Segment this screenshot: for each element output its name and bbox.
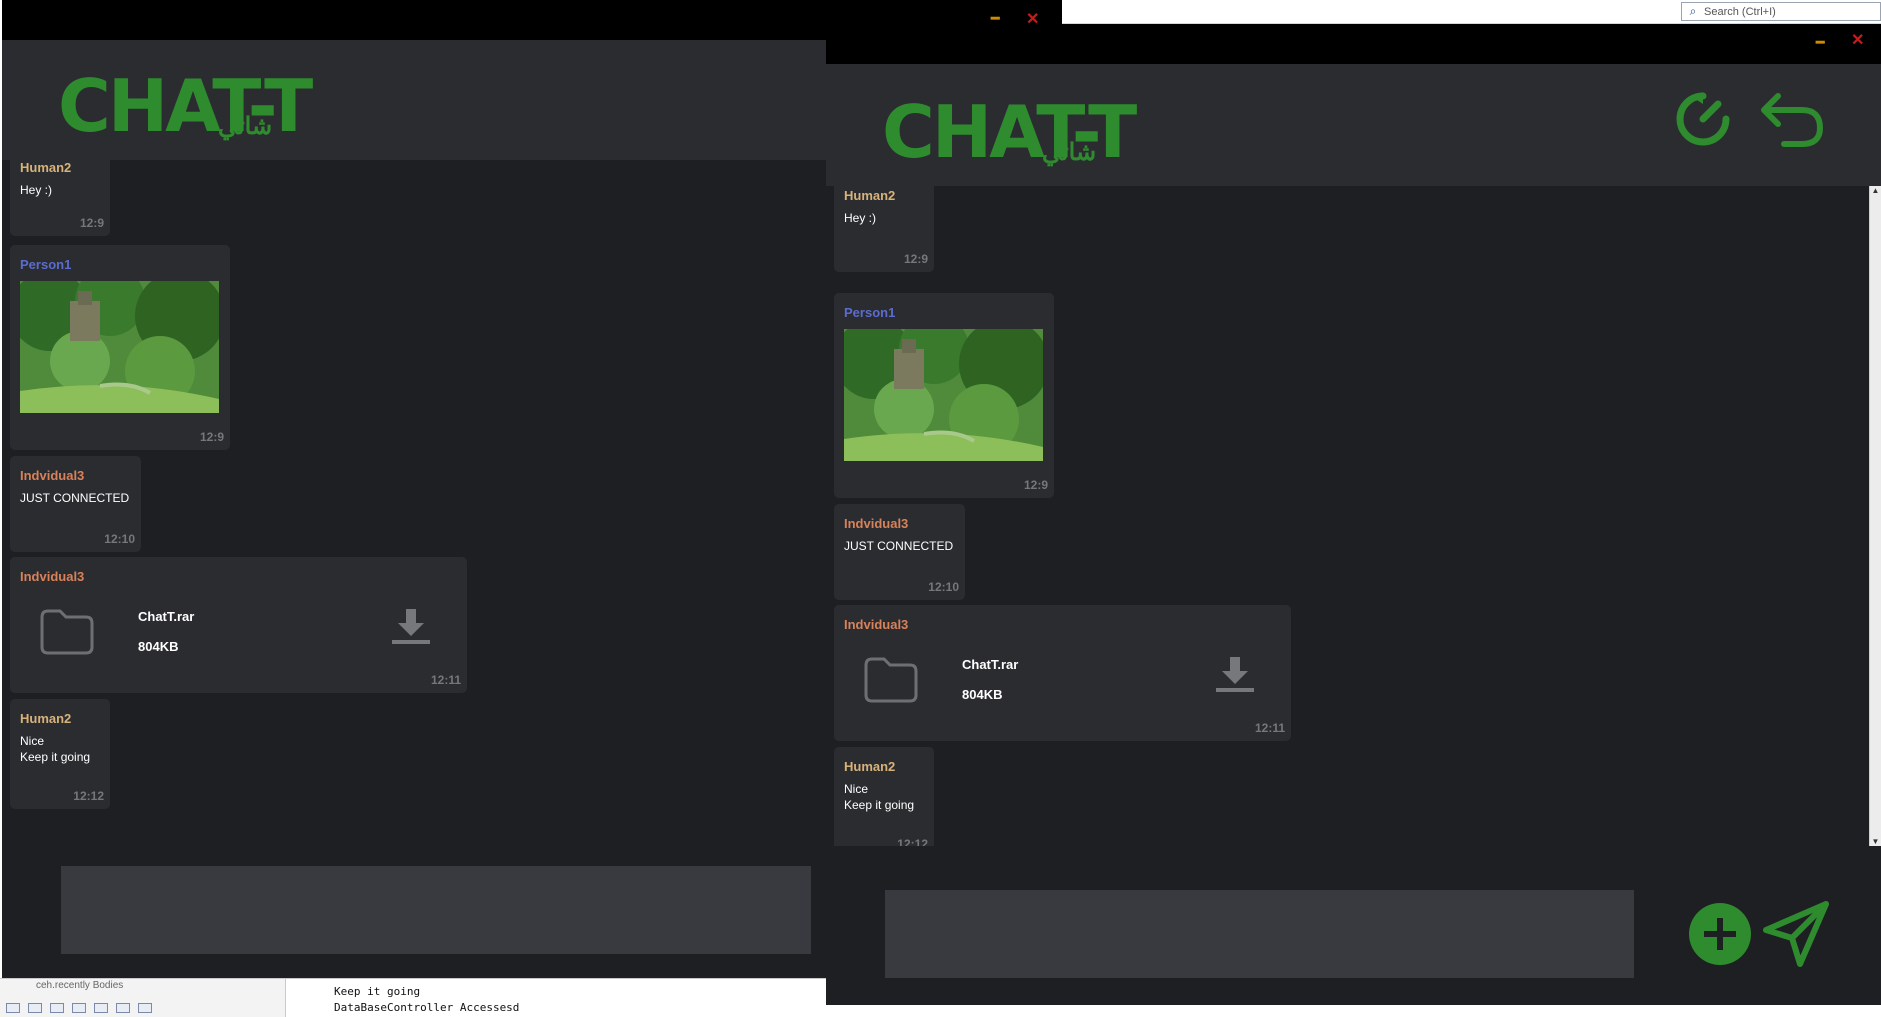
app-header: CHAT-T شاتي — [2, 40, 826, 160]
file-size: 804KB — [138, 639, 179, 654]
message-sender: Human2 — [20, 160, 72, 175]
message-bubble: Human2 Hey :) 12:9 — [834, 186, 934, 272]
ide-tool-icon[interactable] — [72, 1003, 86, 1013]
ide-tool-icon[interactable] — [50, 1003, 64, 1013]
message-time: 12:9 — [199, 430, 224, 444]
chat-window-left: CHAT-T شاتي Human2 Hey :) 12:9 Person1 1… — [2, 0, 826, 978]
ide-panel-tab[interactable]: ceh.recently Bodies — [36, 980, 123, 991]
title-bar: ━ ✕ — [826, 24, 1881, 64]
message-time: 12:10 — [928, 580, 959, 594]
logo-arabic: شاتي — [218, 113, 273, 140]
message-sender: Indvidual3 — [20, 569, 85, 584]
scroll-down-arrow-icon[interactable]: ▼ — [1870, 837, 1881, 846]
message-input[interactable] — [61, 866, 811, 954]
search-icon: ⌕ — [1689, 4, 1697, 18]
plus-icon[interactable] — [1688, 902, 1752, 971]
message-sender: Person1 — [844, 305, 896, 320]
message-text: JUST CONNECTED — [20, 491, 130, 505]
title-bar — [2, 0, 826, 40]
message-sender: Human2 — [20, 711, 72, 726]
ide-tool-icon[interactable] — [116, 1003, 130, 1013]
console-line: DataBaseController Accessesd — [334, 1001, 520, 1014]
message-bubble: Human2 Hey :) 12:9 — [10, 160, 110, 236]
image-attachment[interactable] — [844, 329, 1043, 461]
minimize-button[interactable]: ━ — [1816, 34, 1824, 50]
download-icon[interactable] — [391, 607, 431, 652]
file-size: 804KB — [962, 687, 1003, 702]
message-time: 12:12 — [73, 789, 104, 803]
message-time: 12:9 — [903, 252, 928, 266]
message-time: 12:11 — [430, 673, 461, 687]
message-text: Nice Keep it going — [20, 734, 91, 764]
message-text: Nice Keep it going — [844, 782, 915, 812]
message-bubble: Indvidual3 JUST CONNECTED 12:10 — [10, 456, 141, 552]
message-time: 12:10 — [104, 532, 135, 546]
send-icon[interactable] — [1762, 900, 1830, 973]
message-bubble: Human2 Nice Keep it going 12:12 — [834, 747, 934, 846]
message-sender: Person1 — [20, 257, 72, 272]
logo-arabic: شاتي — [1042, 139, 1097, 166]
ide-tool-icon[interactable] — [28, 1003, 42, 1013]
ide-projects-panel: ceh.recently Bodies — [0, 979, 286, 1017]
message-sender: Human2 — [844, 759, 896, 774]
folder-icon — [862, 655, 920, 708]
message-input[interactable] — [885, 890, 1634, 978]
ide-tool-icon[interactable] — [6, 1003, 20, 1013]
ide-search-placeholder: Search (Ctrl+I) — [1704, 5, 1776, 18]
message-list[interactable]: Human2 Hey :) 12:9 Person1 12:9 Indvidua… — [826, 186, 1869, 846]
message-sender: Indvidual3 — [844, 617, 909, 632]
message-bubble: Human2 Nice Keep it going 12:12 — [10, 699, 110, 809]
app-header: CHAT-T شاتي — [826, 64, 1881, 186]
console-line: Keep it going — [334, 985, 421, 998]
message-sender: Indvidual3 — [20, 468, 85, 483]
message-bubble: Indvidual3 JUST CONNECTED 12:10 — [834, 504, 965, 600]
file-message-bubble: Indvidual3 ChatT.rar 804KB 12:11 — [834, 605, 1291, 741]
download-icon[interactable] — [1215, 655, 1255, 700]
message-time: 12:12 — [897, 837, 928, 846]
ide-tool-icon[interactable] — [138, 1003, 152, 1013]
ide-search-field[interactable]: ⌕ Search (Ctrl+I) — [1681, 2, 1881, 21]
file-name: ChatT.rar — [962, 657, 1019, 672]
close-button[interactable]: ✕ — [1851, 33, 1864, 49]
refresh-icon[interactable] — [1672, 88, 1734, 155]
message-time: 12:9 — [79, 216, 104, 230]
message-time: 12:11 — [1254, 721, 1285, 735]
app-logo: CHAT-T شاتي — [58, 64, 313, 148]
file-message-bubble: Indvidual3 ChatT.rar 804KB 12:11 — [10, 557, 467, 693]
scroll-up-arrow-icon[interactable]: ▲ — [1870, 186, 1881, 195]
message-text: Hey :) — [844, 211, 877, 225]
message-bubble: Person1 12:9 — [10, 245, 230, 450]
app-logo: CHAT-T شاتي — [882, 90, 1137, 174]
file-name: ChatT.rar — [138, 609, 195, 624]
ide-output-panel: ceh.recently Bodies Keep it going DataBa… — [0, 978, 826, 1017]
ide-toolbar — [6, 1003, 152, 1013]
image-attachment[interactable] — [20, 281, 219, 413]
chat-window-right: ━ ✕ CHAT-T شاتي Human2 Hey :) 12:9 Perso… — [826, 24, 1881, 1005]
ide-search-bar: ⌕ Search (Ctrl+I) — [1062, 0, 1881, 24]
message-sender: Human2 — [844, 188, 896, 203]
message-scrollbar[interactable]: ▲ ▼ — [1869, 186, 1881, 846]
ide-tool-icon[interactable] — [94, 1003, 108, 1013]
back-arrow-icon[interactable] — [1756, 90, 1826, 155]
message-sender: Indvidual3 — [844, 516, 909, 531]
logo-text: CHAT-T — [58, 64, 313, 148]
message-list[interactable]: Human2 Hey :) 12:9 Person1 12:9 Indvidua… — [2, 160, 826, 810]
message-time: 12:9 — [1023, 478, 1048, 492]
folder-icon — [38, 607, 96, 660]
message-text: Hey :) — [20, 183, 53, 197]
message-text: JUST CONNECTED — [844, 539, 954, 553]
message-bubble: Person1 12:9 — [834, 293, 1054, 498]
logo-text: CHAT-T — [882, 90, 1137, 174]
